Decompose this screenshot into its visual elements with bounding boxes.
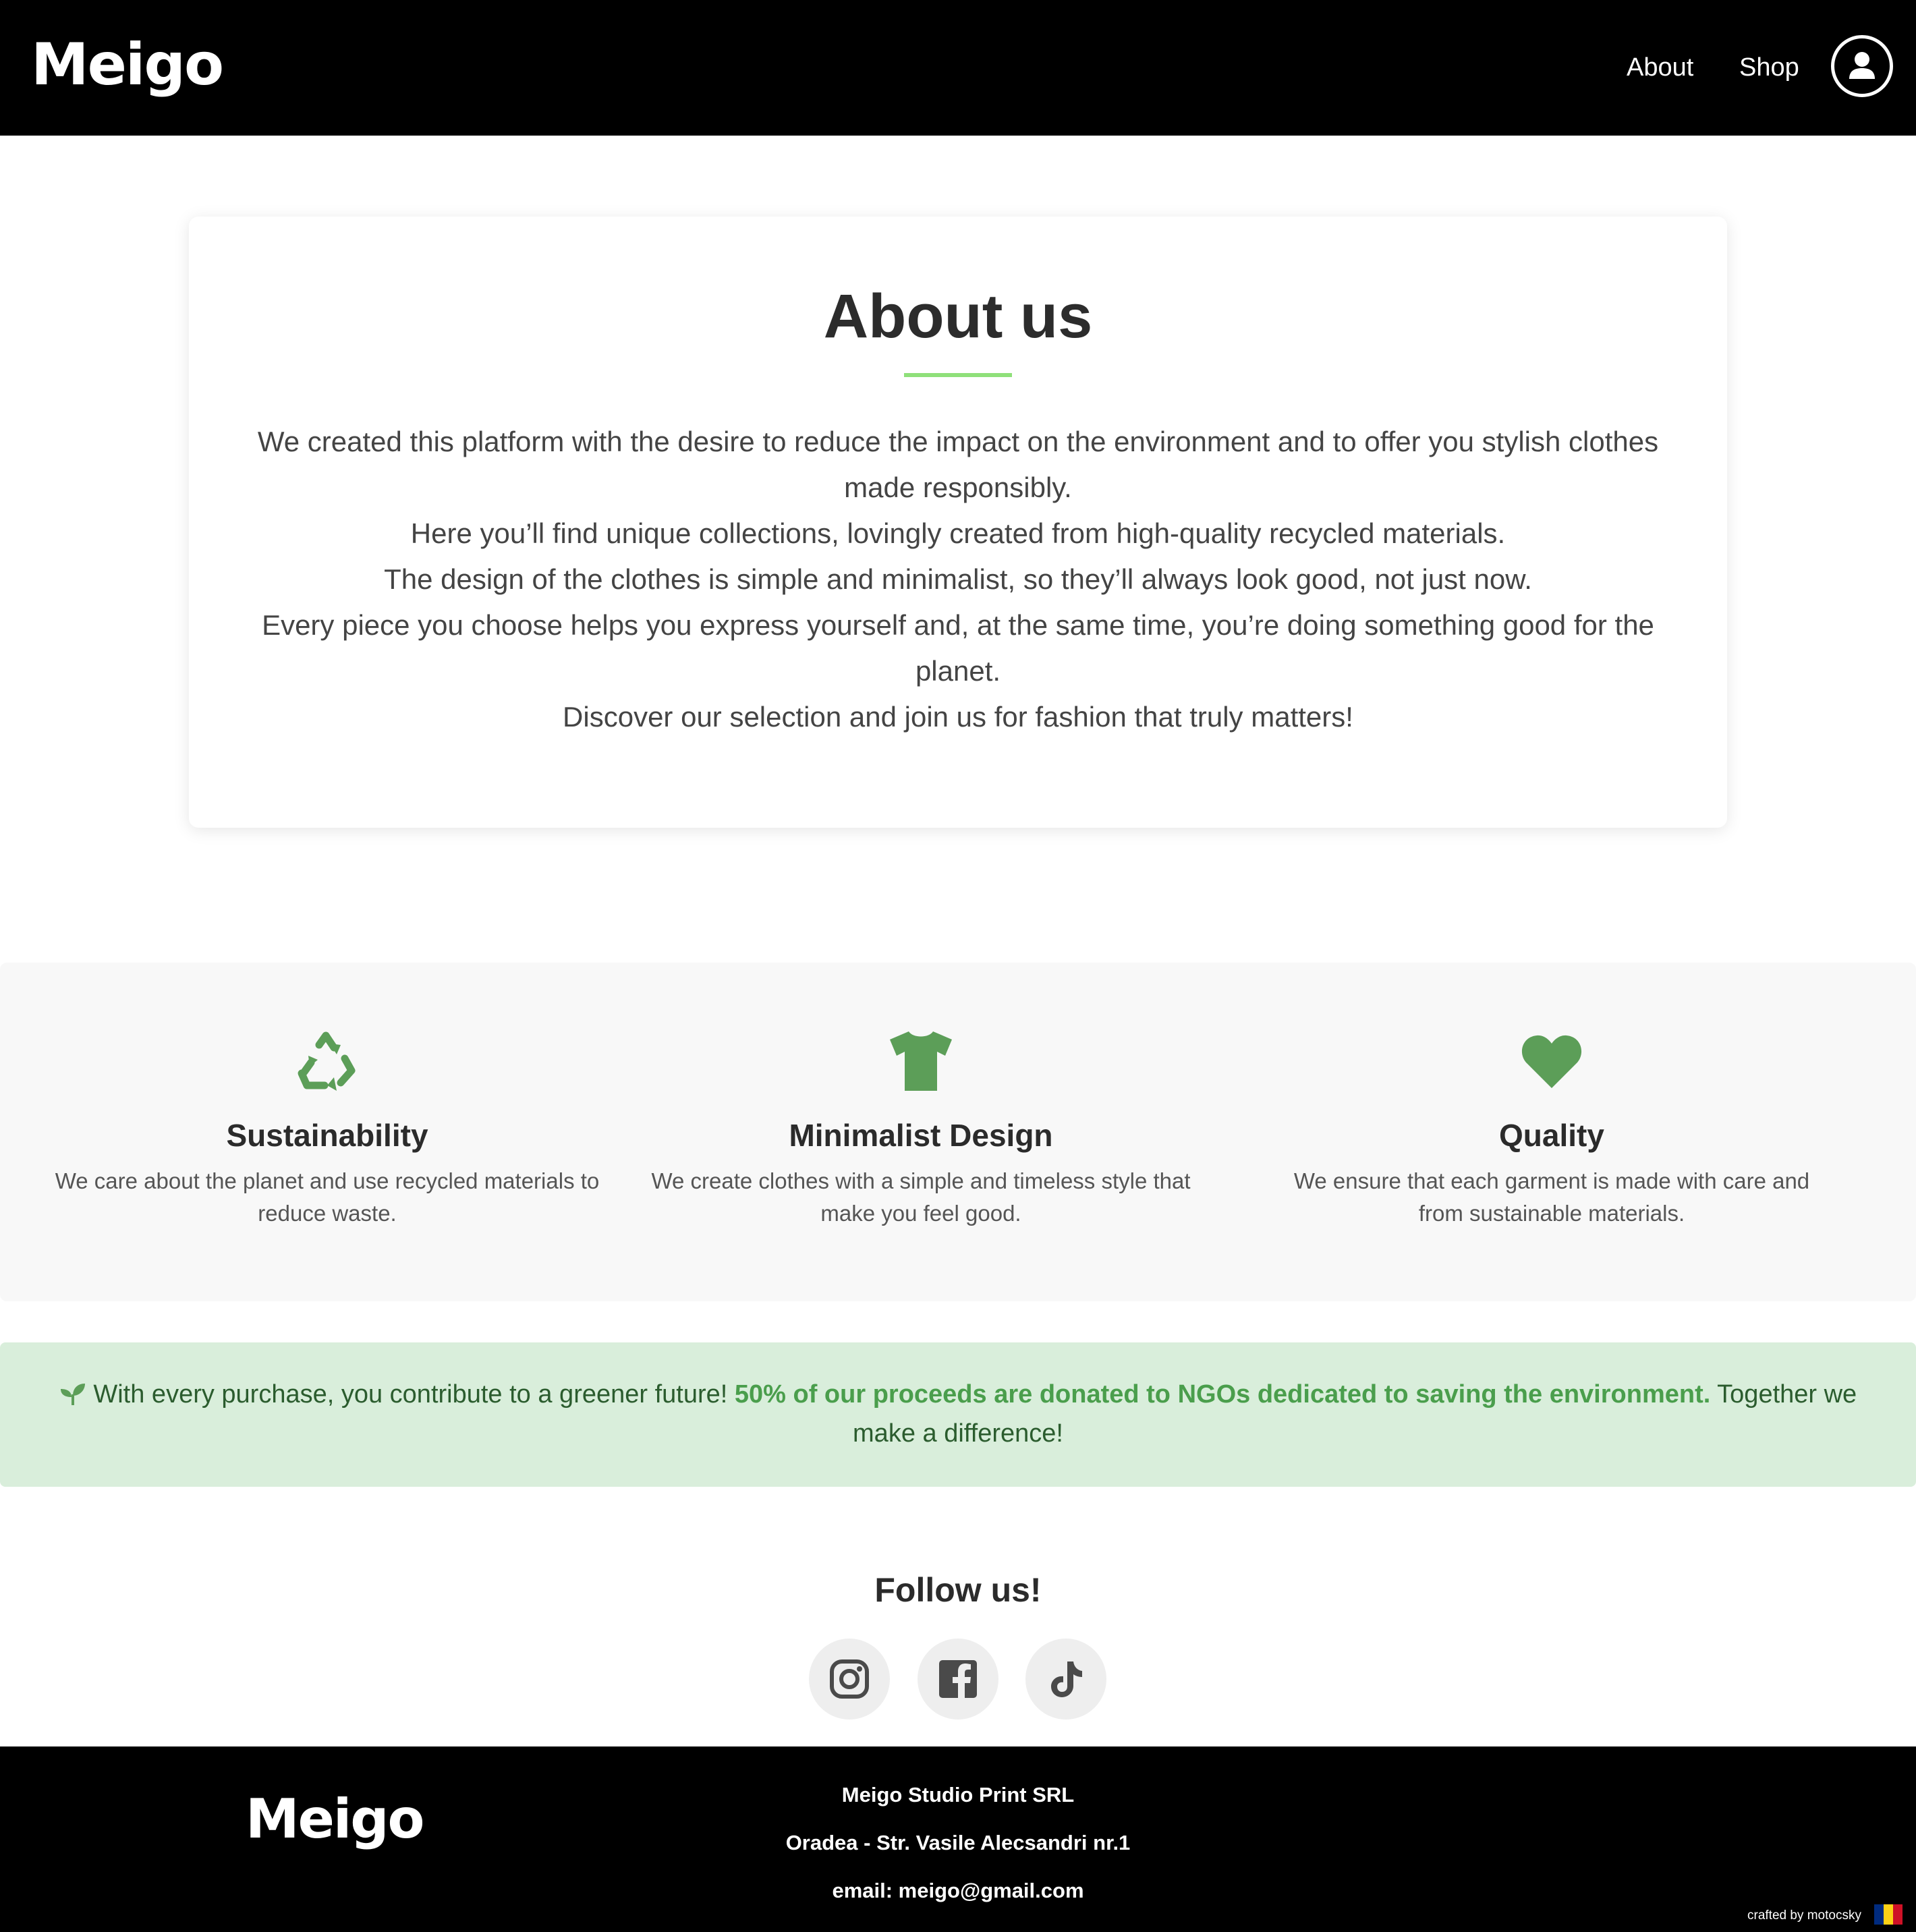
feature-text: We care about the planet and use recycle… xyxy=(55,1168,600,1226)
nav-shop-link[interactable]: Shop xyxy=(1739,50,1799,85)
credit-text: crafted by motocsky xyxy=(1747,1908,1861,1923)
tiktok-icon xyxy=(1051,1661,1082,1697)
features-section: Sustainability We care about the planet … xyxy=(0,963,1916,1301)
feature-quality: Quality We ensure that each garment is m… xyxy=(1262,963,1842,1301)
banner-text-highlight: 50% of our proceeds are donated to NGOs … xyxy=(734,1380,1711,1409)
about-card: About us We created this platform with t… xyxy=(189,217,1727,828)
site-header: Meigo About Shop xyxy=(0,0,1916,136)
feature-minimalist-design: Minimalist Design We create clothes with… xyxy=(631,963,1211,1301)
tiktok-link[interactable] xyxy=(1025,1639,1106,1720)
company-name: Meigo Studio Print SRL xyxy=(841,1783,1075,1807)
feature-title: Sustainability xyxy=(226,1118,428,1153)
company-address: Oradea - Str. Vasile Alecsandri nr.1 xyxy=(785,1831,1131,1854)
user-circle-icon xyxy=(1831,35,1893,97)
banner-text: With every purchase, you contribute to a… xyxy=(40,1375,1876,1453)
about-paragraph: Discover our selection and join us for f… xyxy=(563,701,1353,733)
nav-about-link[interactable]: About xyxy=(1627,50,1693,85)
instagram-icon xyxy=(830,1659,869,1699)
feature-text: We ensure that each garment is made with… xyxy=(1293,1168,1810,1226)
banner-text-intro: With every purchase, you contribute to a… xyxy=(93,1380,728,1409)
title-underline xyxy=(904,373,1012,377)
donation-banner: With every purchase, you contribute to a… xyxy=(0,1342,1916,1487)
feature-title: Minimalist Design xyxy=(789,1118,1053,1153)
follow-title: Follow us! xyxy=(874,1571,1042,1609)
heart-icon xyxy=(1521,1035,1582,1088)
page-title: About us xyxy=(823,282,1093,351)
logo[interactable]: Meigo xyxy=(31,31,224,98)
facebook-icon xyxy=(939,1660,977,1698)
facebook-link[interactable] xyxy=(918,1639,998,1720)
about-paragraph: Every piece you choose helps you express… xyxy=(262,609,1654,687)
romania-flag-icon xyxy=(1874,1904,1903,1925)
instagram-link[interactable] xyxy=(809,1639,890,1720)
feature-text: We create clothes with a simple and time… xyxy=(651,1168,1191,1226)
about-text: We created this platform with the desire… xyxy=(250,419,1666,740)
seedling-icon xyxy=(60,1384,85,1405)
feature-sustainability: Sustainability We care about the planet … xyxy=(37,963,617,1301)
recycle-icon xyxy=(298,1031,356,1091)
feature-title: Quality xyxy=(1499,1118,1604,1153)
account-button[interactable] xyxy=(1831,35,1916,97)
company-email: email: meigo@gmail.com xyxy=(832,1879,1084,1902)
about-paragraph: We created this platform with the desire… xyxy=(257,426,1659,503)
site-footer: Meigo Meigo Studio Print SRL Oradea - St… xyxy=(0,1746,1916,1932)
credit[interactable]: crafted by motocsky xyxy=(1727,1904,1916,1925)
about-paragraph: Here you’ll find unique collections, lov… xyxy=(410,517,1506,549)
about-paragraph: The design of the clothes is simple and … xyxy=(384,563,1532,595)
tshirt-icon xyxy=(890,1031,952,1091)
